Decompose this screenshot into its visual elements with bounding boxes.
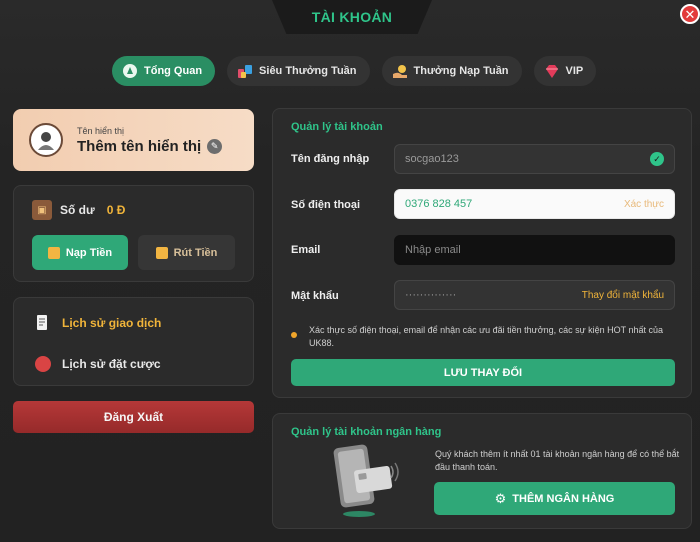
logout-button[interactable]: Đăng Xuất bbox=[13, 401, 254, 433]
deposit-button[interactable]: Nạp Tiền bbox=[32, 235, 128, 270]
phone-label: Số điện thoại bbox=[291, 199, 361, 211]
bet-history-link[interactable]: Lịch sử đặt cược bbox=[34, 355, 161, 373]
bet-history-label: Lịch sử đặt cược bbox=[62, 357, 161, 371]
tab-weekly-super-bonus[interactable]: Siêu Thưởng Tuần bbox=[227, 56, 370, 86]
bank-section-title: Quản lý tài khoản ngân hàng bbox=[291, 426, 442, 438]
transaction-history-link[interactable]: Lịch sử giao dịch bbox=[34, 314, 161, 332]
email-placeholder: Nhập email bbox=[405, 244, 461, 256]
close-icon: ✕ bbox=[684, 6, 696, 22]
change-password-link[interactable]: Thay đổi mật khẩu bbox=[582, 290, 664, 301]
tab-label: Tổng Quan bbox=[144, 65, 203, 77]
save-changes-button[interactable]: LƯU THAY ĐỔI bbox=[291, 359, 675, 386]
transaction-history-label: Lịch sử giao dịch bbox=[62, 316, 162, 330]
dice-icon bbox=[34, 355, 52, 373]
withdraw-button[interactable]: Rút Tiền bbox=[138, 235, 235, 270]
avatar bbox=[29, 123, 63, 157]
add-bank-label: THÊM NGÂN HÀNG bbox=[512, 492, 615, 505]
email-label: Email bbox=[291, 244, 321, 256]
check-icon: ✓ bbox=[650, 152, 664, 166]
vip-diamond-icon bbox=[544, 63, 560, 79]
receipt-icon bbox=[34, 314, 52, 332]
tab-label: Siêu Thưởng Tuần bbox=[259, 65, 357, 77]
close-button[interactable]: ✕ bbox=[680, 4, 700, 24]
password-value: ·············· bbox=[405, 289, 457, 301]
phone-field[interactable]: 0376 828 457 Xác thực bbox=[394, 189, 675, 219]
edit-pencil-icon[interactable]: ✎ bbox=[207, 138, 223, 154]
logout-label: Đăng Xuất bbox=[103, 410, 164, 424]
dialog-title-tab: TÀI KHOẢN bbox=[272, 0, 432, 34]
password-field: ·············· Thay đổi mật khẩu bbox=[394, 280, 675, 310]
balance-value: 0 Đ bbox=[106, 203, 126, 217]
withdraw-label: Rút Tiền bbox=[173, 246, 218, 259]
deposit-icon bbox=[47, 246, 60, 259]
balance-label: Số dư bbox=[60, 203, 95, 217]
username-label: Tên đăng nhập bbox=[291, 153, 370, 165]
tab-bar: Tổng Quan Siêu Thưởng Tuần Thưởng Nạp Tu… bbox=[112, 56, 597, 86]
phone-value: 0376 828 457 bbox=[405, 198, 473, 210]
tab-weekly-deposit-bonus[interactable]: Thưởng Nạp Tuần bbox=[381, 56, 522, 86]
profile-card: Tên hiển thị Thêm tên hiển thị ✎ bbox=[13, 109, 254, 171]
withdraw-icon bbox=[155, 246, 168, 259]
username-value: socgao123 bbox=[405, 153, 459, 165]
weekly-super-bonus-icon bbox=[237, 63, 253, 79]
gear-icon: ⚙ bbox=[494, 490, 507, 506]
tab-overview[interactable]: Tổng Quan bbox=[112, 56, 216, 86]
note-text: Xác thực số điện thoại, email để nhận cá… bbox=[309, 325, 664, 348]
tab-label: Thưởng Nạp Tuần bbox=[413, 65, 509, 77]
email-input[interactable]: Nhập email bbox=[394, 235, 675, 265]
account-section-title: Quản lý tài khoản bbox=[291, 121, 383, 133]
info-dot-icon bbox=[291, 332, 297, 338]
password-label: Mật khẩu bbox=[291, 290, 339, 302]
dialog-title: TÀI KHOẢN bbox=[311, 9, 393, 25]
save-changes-label: LƯU THAY ĐỔI bbox=[443, 366, 523, 379]
bank-card-phone-icon bbox=[329, 444, 401, 519]
display-name-value: Thêm tên hiển thị bbox=[77, 137, 202, 155]
tab-vip[interactable]: VIP bbox=[533, 56, 597, 86]
history-panel: Lịch sử giao dịch Lịch sử đặt cược bbox=[13, 297, 254, 386]
username-field: socgao123 ✓ bbox=[394, 144, 675, 174]
edit-glyph: ✎ bbox=[210, 140, 219, 151]
balance-panel: ▣ Số dư 0 Đ Nạp Tiền Rút Tiền bbox=[13, 185, 254, 282]
weekly-deposit-bonus-icon bbox=[392, 63, 408, 79]
display-name-label: Tên hiển thị bbox=[77, 125, 125, 136]
bank-management-panel: Quản lý tài khoản ngân hàng Quý khách th… bbox=[272, 413, 692, 529]
account-management-panel: Quản lý tài khoản Tên đăng nhập socgao12… bbox=[272, 108, 692, 398]
deposit-label: Nạp Tiền bbox=[65, 246, 113, 259]
add-bank-button[interactable]: ⚙ THÊM NGÂN HÀNG bbox=[434, 482, 675, 515]
verification-note: Xác thực số điện thoại, email để nhận cá… bbox=[291, 324, 681, 350]
account-dialog: TÀI KHOẢN ✕ Tổng Quan Siêu Thưởng Tuần T… bbox=[0, 0, 700, 542]
overview-icon bbox=[122, 63, 138, 79]
bank-instruction-text: Quý khách thêm ít nhất 01 tài khoản ngân… bbox=[435, 449, 680, 472]
verify-phone-link[interactable]: Xác thực bbox=[624, 199, 664, 210]
wallet-icon: ▣ bbox=[32, 200, 52, 220]
tab-label: VIP bbox=[565, 65, 584, 77]
